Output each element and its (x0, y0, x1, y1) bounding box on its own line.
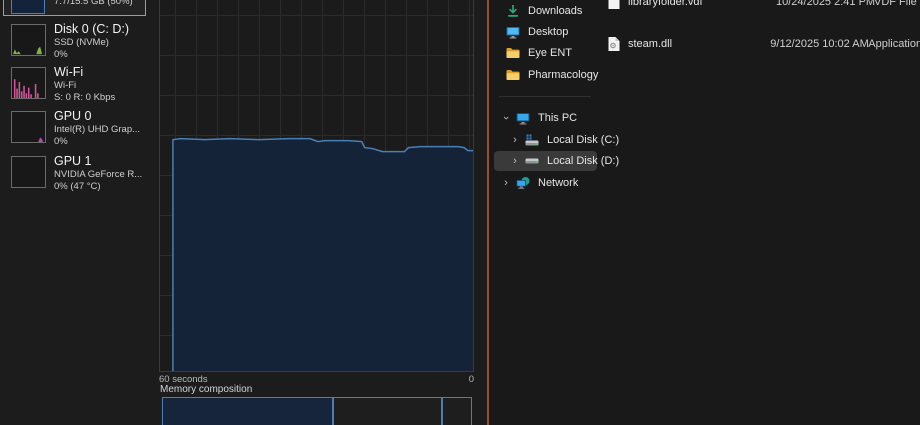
wifi-subtitle: Wi-Fi (54, 80, 148, 92)
disk-title: Disk 0 (C: D:) (54, 22, 148, 37)
nav-label: Desktop (528, 26, 568, 38)
nav-separator (499, 96, 591, 97)
gpu1-title: GPU 1 (54, 154, 148, 169)
disk-usage: 0% (54, 49, 148, 61)
file-row-libraryfolder[interactable]: libraryfolder.vdf 10/24/2025 2:41 PM VDF… (607, 0, 920, 12)
sidebar-item-wifi[interactable]: Wi-Fi Wi-Fi S: 0 R: 0 Kbps (4, 67, 148, 107)
downloads-icon (505, 3, 521, 19)
sidebar-item-desktop[interactable]: Desktop (505, 22, 568, 42)
chevron-right-icon[interactable]: › (510, 156, 520, 166)
gpu1-thumbnail-chart (11, 156, 46, 188)
sidebar-item-network[interactable]: › Network (494, 173, 597, 193)
nav-label: Local Disk (D:) (547, 155, 619, 167)
sidebar-item-local-disk-d[interactable]: › Local Disk (D:) (494, 151, 597, 171)
memory-usage-value: 7.7/15.5 GB (50%) (54, 0, 133, 8)
sidebar-item-local-disk-c[interactable]: › Local Disk (C:) (494, 130, 597, 150)
memory-area-fill (173, 139, 473, 371)
gpu0-subtitle: Intel(R) UHD Grap... (54, 124, 148, 136)
disk-thumbnail-chart (11, 24, 46, 56)
nav-label: Eye ENT (528, 47, 572, 59)
task-manager-panel: 7.7/15.5 GB (50%) Disk 0 (C: D:) SSD (NV… (0, 0, 487, 425)
file-name: steam.dll (628, 38, 770, 50)
vdf-file-icon (607, 0, 621, 10)
network-icon (515, 175, 531, 191)
sidebar-item-pharmacology[interactable]: Pharmacology (505, 65, 598, 85)
gpu0-title: GPU 0 (54, 109, 148, 124)
disk-activity-sparkline (12, 25, 45, 55)
memory-composition-bar (162, 397, 472, 425)
sidebar-item-memory[interactable]: 7.7/15.5 GB (50%) (3, 0, 146, 16)
desktop-icon (505, 24, 521, 40)
gpu0-usage: 0% (54, 136, 148, 148)
sidebar-item-gpu1[interactable]: GPU 1 NVIDIA GeForce R... 0% (47 °C) (4, 156, 148, 196)
drive-c-icon (524, 132, 540, 148)
gpu0-thumbnail-chart (11, 111, 46, 143)
memory-usage-graph (159, 0, 474, 372)
composition-segment-free (443, 398, 471, 425)
sidebar-item-disk0[interactable]: Disk 0 (C: D:) SSD (NVMe) 0% (4, 24, 148, 64)
file-modified: 10/24/2025 2:41 PM (776, 0, 874, 8)
file-row-steam-dll[interactable]: steam.dll 9/12/2025 10:02 AM Application (607, 34, 920, 54)
sidebar-item-gpu0[interactable]: GPU 0 Intel(R) UHD Grap... 0% (4, 111, 148, 151)
memory-thumbnail-chart (11, 0, 45, 14)
memory-composition-label: Memory composition (160, 384, 252, 395)
wifi-title: Wi-Fi (54, 65, 148, 80)
nav-label: Downloads (528, 5, 582, 17)
composition-segment-standby (334, 398, 443, 425)
nav-label: Network (538, 177, 578, 189)
file-modified: 9/12/2025 10:02 AM (770, 38, 868, 50)
gpu1-subtitle: NVIDIA GeForce R... (54, 169, 148, 181)
nav-label: Pharmacology (528, 69, 598, 81)
this-pc-icon (515, 110, 531, 126)
sidebar-item-this-pc[interactable]: › This PC (494, 108, 597, 128)
nav-label: This PC (538, 112, 577, 124)
gpu0-activity-sparkline (12, 112, 45, 142)
drive-d-icon (524, 153, 540, 169)
dll-file-icon (607, 36, 621, 52)
disk-subtitle: SSD (NVMe) (54, 37, 148, 49)
nav-label: Local Disk (C:) (547, 134, 619, 146)
wifi-throughput: S: 0 R: 0 Kbps (54, 92, 148, 104)
wifi-activity-sparkline (12, 68, 45, 98)
chevron-down-icon[interactable]: › (501, 113, 511, 123)
chevron-right-icon[interactable]: › (501, 178, 511, 188)
folder-icon (505, 67, 521, 83)
file-explorer-panel: Downloads Desktop Eye ENT Pharmacology › (489, 0, 920, 425)
composition-segment-in-use (163, 398, 334, 425)
file-type: Application (868, 38, 920, 50)
wifi-thumbnail-chart (11, 67, 46, 99)
sidebar-item-eye-ent[interactable]: Eye ENT (505, 43, 572, 63)
file-type: VDF File (874, 0, 917, 8)
chevron-right-icon[interactable]: › (510, 135, 520, 145)
file-name: libraryfolder.vdf (628, 0, 776, 8)
x-axis-right-label: 0 (469, 374, 474, 385)
sidebar-item-downloads[interactable]: Downloads (505, 1, 582, 21)
desktop-screen: 7.7/15.5 GB (50%) Disk 0 (C: D:) SSD (NV… (0, 0, 920, 425)
folder-icon (505, 45, 521, 61)
gpu1-usage: 0% (47 °C) (54, 181, 148, 193)
